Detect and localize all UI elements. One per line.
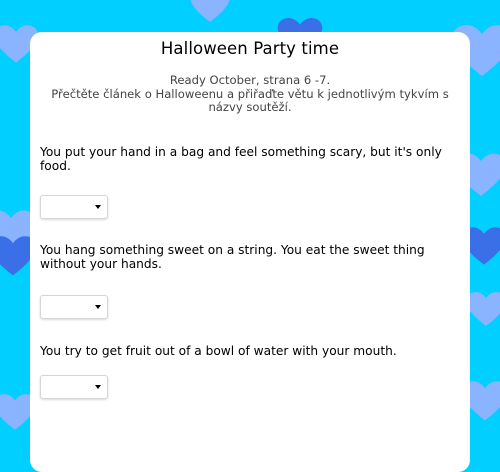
instructions-line-2: Přečtěte článek o Halloweenu a přiřaďte …: [51, 86, 449, 114]
caret-down-icon: [95, 205, 101, 209]
instructions: Ready October, strana 6 -7. Přečtěte člá…: [42, 73, 458, 115]
question-3-text: You try to get fruit out of a bowl of wa…: [40, 344, 397, 358]
answer-dropdown-1[interactable]: [40, 195, 108, 219]
heart-icon: [466, 292, 500, 326]
heart-icon: [190, 0, 230, 22]
page-title: Halloween Party time: [160, 39, 340, 58]
question-2-text: You hang something sweet on a string. Yo…: [40, 243, 425, 271]
question-1-text: You put your hand in a bag and feel some…: [40, 145, 442, 173]
worksheet-card: Halloween Party time Ready October, stra…: [30, 32, 470, 472]
answer-dropdown-3[interactable]: [40, 375, 108, 399]
caret-down-icon: [95, 305, 101, 309]
caret-down-icon: [95, 385, 101, 389]
instructions-line-1: Ready October, strana 6 -7.: [169, 73, 331, 87]
answer-dropdown-2[interactable]: [40, 295, 108, 319]
